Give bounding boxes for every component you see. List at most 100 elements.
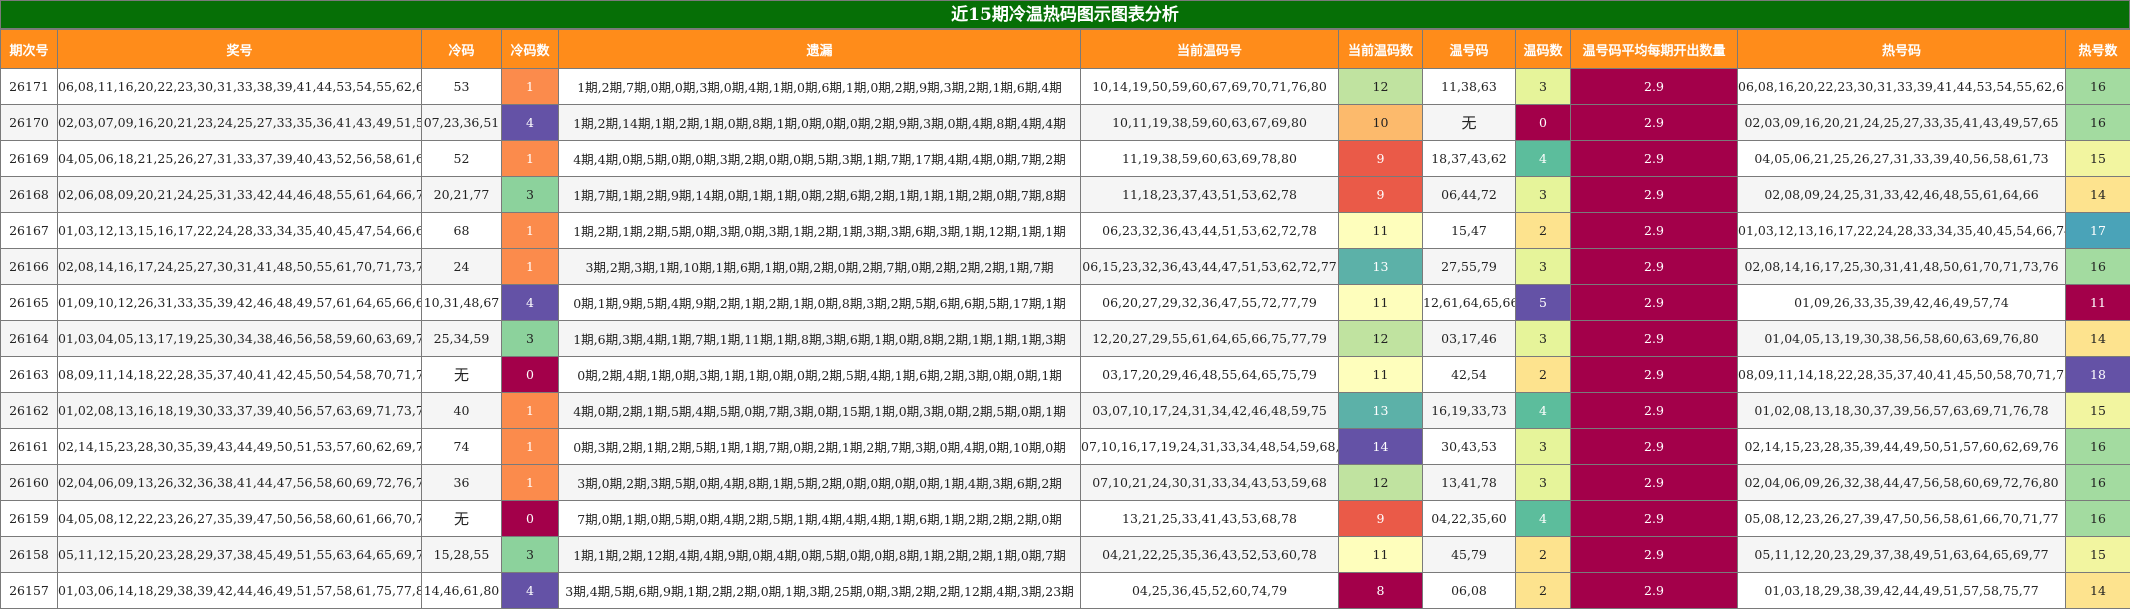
cell-warm-current: 07,10,16,17,19,24,31,33,34,48,54,59,68,7…	[1081, 429, 1339, 465]
cell-warm-count: 5	[1516, 285, 1571, 321]
cell-warm-count: 2	[1516, 537, 1571, 573]
cell-cold-count: 3	[502, 321, 559, 357]
cell-hot-count: 16	[2066, 465, 2130, 501]
table-row: 2616701,03,12,13,15,16,17,22,24,28,33,34…	[1, 213, 2130, 249]
cell-warm-avg: 2.9	[1571, 429, 1738, 465]
cell-hot-count: 15	[2066, 537, 2130, 573]
cell-cold-count: 4	[502, 285, 559, 321]
cell-cold: 25,34,59	[422, 321, 502, 357]
cell-cold-count: 3	[502, 177, 559, 213]
cell-hot: 02,14,15,23,28,35,39,44,49,50,51,57,60,6…	[1738, 429, 2066, 465]
cell-numbers: 04,05,08,12,22,23,26,27,35,39,47,50,56,5…	[58, 501, 422, 537]
cell-cold-count: 4	[502, 105, 559, 141]
cell-hot: 02,08,09,24,25,31,33,42,46,48,55,61,64,6…	[1738, 177, 2066, 213]
cell-warm: 42,54	[1423, 357, 1516, 393]
cell-warm-avg: 2.9	[1571, 465, 1738, 501]
cell-warm: 06,44,72	[1423, 177, 1516, 213]
cell-numbers: 01,03,06,14,18,29,38,39,42,44,46,49,51,5…	[58, 573, 422, 609]
cell-warm-count: 3	[1516, 465, 1571, 501]
cell-cold: 无	[422, 501, 502, 537]
cell-warm-current: 04,25,36,45,52,60,74,79	[1081, 573, 1339, 609]
cell-cold: 14,46,61,80	[422, 573, 502, 609]
cell-numbers: 02,14,15,23,28,30,35,39,43,44,49,50,51,5…	[58, 429, 422, 465]
header-numbers: 奖号	[58, 30, 422, 69]
cell-issue: 26159	[1, 501, 58, 537]
cell-cold-count: 1	[502, 393, 559, 429]
cell-miss: 0期,1期,9期,5期,4期,9期,2期,1期,2期,1期,0期,8期,3期,2…	[559, 285, 1081, 321]
cell-warm-avg: 2.9	[1571, 177, 1738, 213]
cell-warm-current-count: 13	[1339, 393, 1423, 429]
cell-warm-count: 3	[1516, 69, 1571, 105]
header-hot: 热号码	[1738, 30, 2066, 69]
cell-warm: 无	[1423, 105, 1516, 141]
cell-warm-count: 4	[1516, 393, 1571, 429]
header-row: 期次号 奖号 冷码 冷码数 遗漏 当前温码号 当前温码数 温号码 温码数 温号码…	[1, 30, 2130, 69]
cell-cold: 40	[422, 393, 502, 429]
table-row: 2616401,03,04,05,13,17,19,25,30,34,38,46…	[1, 321, 2130, 357]
cell-hot-count: 16	[2066, 501, 2130, 537]
cell-numbers: 02,08,14,16,17,24,25,27,30,31,41,48,50,5…	[58, 249, 422, 285]
cell-miss: 1期,1期,2期,12期,4期,4期,9期,0期,4期,0期,5期,0期,0期,…	[559, 537, 1081, 573]
cell-hot-count: 16	[2066, 429, 2130, 465]
cell-hot: 02,03,09,16,20,21,24,25,27,33,35,41,43,4…	[1738, 105, 2066, 141]
cell-warm-avg: 2.9	[1571, 141, 1738, 177]
cell-issue: 26163	[1, 357, 58, 393]
cell-warm-current: 11,19,38,59,60,63,69,78,80	[1081, 141, 1339, 177]
cell-miss: 3期,0期,2期,3期,5期,0期,4期,8期,1期,5期,2期,0期,0期,0…	[559, 465, 1081, 501]
cell-warm-count: 3	[1516, 429, 1571, 465]
cell-warm-current-count: 11	[1339, 537, 1423, 573]
cell-cold-count: 1	[502, 141, 559, 177]
cell-cold-count: 0	[502, 357, 559, 393]
header-warm: 温号码	[1423, 30, 1516, 69]
cell-warm-current: 11,18,23,37,43,51,53,62,78	[1081, 177, 1339, 213]
cell-cold-count: 1	[502, 69, 559, 105]
cell-warm-avg: 2.9	[1571, 105, 1738, 141]
cell-hot-count: 14	[2066, 177, 2130, 213]
cell-miss: 1期,2期,14期,1期,2期,1期,0期,8期,1期,0期,0期,0期,2期,…	[559, 105, 1081, 141]
header-cold-count: 冷码数	[502, 30, 559, 69]
cell-warm-avg: 2.9	[1571, 537, 1738, 573]
cell-cold: 52	[422, 141, 502, 177]
cell-cold: 15,28,55	[422, 537, 502, 573]
cell-hot: 01,02,08,13,18,30,37,39,56,57,63,69,71,7…	[1738, 393, 2066, 429]
table-row: 2617002,03,07,09,16,20,21,23,24,25,27,33…	[1, 105, 2130, 141]
cell-warm-current-count: 13	[1339, 249, 1423, 285]
cell-warm-current-count: 11	[1339, 357, 1423, 393]
cell-hot-count: 16	[2066, 105, 2130, 141]
cell-miss: 1期,7期,1期,2期,9期,14期,0期,1期,1期,0期,2期,6期,2期,…	[559, 177, 1081, 213]
cell-cold: 07,23,36,51	[422, 105, 502, 141]
cell-warm-current-count: 10	[1339, 105, 1423, 141]
table-row: 2616201,02,08,13,16,18,19,30,33,37,39,40…	[1, 393, 2130, 429]
cell-warm-current-count: 11	[1339, 213, 1423, 249]
cell-issue: 26161	[1, 429, 58, 465]
cell-warm-count: 3	[1516, 321, 1571, 357]
cell-warm-current-count: 12	[1339, 321, 1423, 357]
cell-hot-count: 17	[2066, 213, 2130, 249]
cell-hot: 02,08,14,16,17,25,30,31,41,48,50,61,70,7…	[1738, 249, 2066, 285]
cell-hot-count: 11	[2066, 285, 2130, 321]
cell-hot-count: 15	[2066, 393, 2130, 429]
cell-hot: 01,03,12,13,16,17,22,24,28,33,34,35,40,4…	[1738, 213, 2066, 249]
cell-cold-count: 1	[502, 213, 559, 249]
cell-cold-count: 1	[502, 465, 559, 501]
cell-hot: 05,11,12,20,23,29,37,38,49,51,63,64,65,6…	[1738, 537, 2066, 573]
cell-numbers: 04,05,06,18,21,25,26,27,31,33,37,39,40,4…	[58, 141, 422, 177]
cell-miss: 1期,6期,3期,4期,1期,7期,1期,11期,1期,8期,3期,6期,1期,…	[559, 321, 1081, 357]
cell-hot-count: 18	[2066, 357, 2130, 393]
cell-warm-avg: 2.9	[1571, 69, 1738, 105]
cell-cold-count: 3	[502, 537, 559, 573]
cell-numbers: 05,11,12,15,20,23,28,29,37,38,45,49,51,5…	[58, 537, 422, 573]
cell-warm-current-count: 9	[1339, 177, 1423, 213]
cell-issue: 26167	[1, 213, 58, 249]
cell-issue: 26171	[1, 69, 58, 105]
cell-hot: 01,03,18,29,38,39,42,44,49,51,57,58,75,7…	[1738, 573, 2066, 609]
cell-numbers: 02,06,08,09,20,21,24,25,31,33,42,44,46,4…	[58, 177, 422, 213]
cell-warm: 45,79	[1423, 537, 1516, 573]
cell-cold: 36	[422, 465, 502, 501]
cell-issue: 26166	[1, 249, 58, 285]
cell-miss: 7期,0期,1期,0期,5期,0期,4期,2期,5期,1期,4期,4期,4期,1…	[559, 501, 1081, 537]
cell-numbers: 08,09,11,14,18,22,28,35,37,40,41,42,45,5…	[58, 357, 422, 393]
cell-warm: 15,47	[1423, 213, 1516, 249]
cell-cold: 无	[422, 357, 502, 393]
table-row: 2616102,14,15,23,28,30,35,39,43,44,49,50…	[1, 429, 2130, 465]
